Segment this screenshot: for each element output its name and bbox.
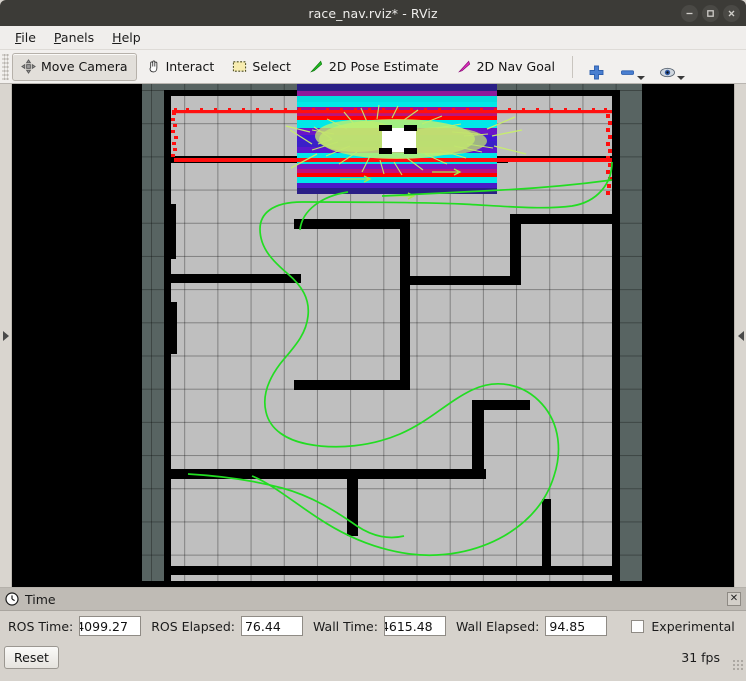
time-fields-row: ROS Time: 4099.27 ROS Elapsed: 76.44 Wal… xyxy=(0,611,746,641)
eye-icon xyxy=(659,64,676,81)
status-bar xyxy=(0,673,746,681)
ros-time-field[interactable]: 4099.27 xyxy=(79,616,142,636)
menu-panels-label: P xyxy=(53,30,61,45)
menu-panels-rest: anels xyxy=(60,30,95,45)
tool-move-camera[interactable]: Move Camera xyxy=(12,52,137,81)
experimental-label: Experimental xyxy=(651,618,735,634)
pose-arrow-green-icon xyxy=(309,59,324,74)
tool-move-camera-label: Move Camera xyxy=(41,59,128,74)
tool-2d-nav-goal[interactable]: 2D Nav Goal xyxy=(448,53,564,81)
time-panel-title: Time xyxy=(25,591,56,607)
time-panel: Time ✕ ROS Time: 4099.27 ROS Elapsed: 76… xyxy=(0,587,746,673)
tool-2d-pose-estimate-label: 2D Pose Estimate xyxy=(328,59,439,74)
ros-time-label: ROS Time: xyxy=(8,618,74,634)
ros-time-value: 4099.27 xyxy=(79,618,128,634)
tool-interact-label: Interact xyxy=(165,59,215,74)
wall-time-value: 4615.48 xyxy=(383,618,433,634)
menu-help-rest: elp xyxy=(121,30,141,45)
tool-2d-nav-goal-label: 2D Nav Goal xyxy=(476,59,555,74)
minimize-button[interactable] xyxy=(681,4,698,22)
maximize-button[interactable] xyxy=(702,4,719,22)
add-tool-button[interactable] xyxy=(581,53,612,81)
wall-elapsed-value: 94.85 xyxy=(549,618,586,634)
costmap-overlay xyxy=(297,84,497,194)
expand-right-panel-arrow-icon xyxy=(737,330,744,341)
ros-elapsed-field[interactable]: 76.44 xyxy=(240,616,303,636)
remove-tool-chevron-down-icon[interactable] xyxy=(637,75,645,80)
time-panel-footer: Reset 31 fps xyxy=(0,641,746,673)
tool-interact[interactable]: Interact xyxy=(137,53,224,81)
menu-file-rest: ile xyxy=(21,30,36,45)
window-title: race_nav.rviz* - RViz xyxy=(308,5,438,21)
occupancy-grid-map xyxy=(142,84,642,581)
wall-elapsed-field[interactable]: 94.85 xyxy=(545,616,608,636)
reset-button[interactable]: Reset xyxy=(4,645,59,669)
wall-time-field[interactable]: 4615.48 xyxy=(383,616,446,636)
ros-elapsed-value: 76.44 xyxy=(244,618,281,634)
menu-file[interactable]: File xyxy=(6,28,45,47)
time-panel-header: Time ✕ xyxy=(0,588,746,611)
experimental-checkbox-wrap[interactable]: Experimental xyxy=(631,618,735,634)
3d-viewport[interactable] xyxy=(12,84,734,587)
window-controls xyxy=(681,0,740,26)
right-panel-expand-handle[interactable] xyxy=(734,84,746,587)
toolbar-drag-grip[interactable] xyxy=(2,53,9,80)
window-resize-grip[interactable] xyxy=(732,659,744,671)
tool-2d-pose-estimate[interactable]: 2D Pose Estimate xyxy=(300,53,448,81)
nav-goal-arrow-magenta-icon xyxy=(457,59,472,74)
visibility-chevron-down-icon[interactable] xyxy=(677,75,685,80)
tool-select-label: Select xyxy=(252,59,291,74)
minus-icon xyxy=(619,64,636,81)
close-button[interactable] xyxy=(723,4,740,22)
remove-tool-button[interactable] xyxy=(612,53,652,81)
time-panel-close-icon[interactable]: ✕ xyxy=(727,592,741,606)
menu-panels[interactable]: Panels xyxy=(45,28,103,47)
experimental-checkbox[interactable] xyxy=(631,619,645,633)
render-area xyxy=(0,84,746,587)
plus-icon xyxy=(588,64,605,81)
expand-left-panel-arrow-icon xyxy=(2,330,9,341)
hand-pointer-icon xyxy=(146,59,161,74)
toolbar-separator xyxy=(572,55,573,78)
visibility-button[interactable] xyxy=(652,53,692,81)
clock-icon xyxy=(5,592,19,606)
wall-time-label: Wall Time: xyxy=(312,618,378,634)
tool-select[interactable]: Select xyxy=(223,53,300,81)
ros-elapsed-label: ROS Elapsed: xyxy=(151,618,235,634)
title-bar: race_nav.rviz* - RViz xyxy=(0,0,746,26)
move-camera-icon xyxy=(21,59,36,74)
tool-bar: Move Camera Interact Select 2D Pose Esti… xyxy=(0,50,746,84)
menu-bar: File Panels Help xyxy=(0,26,746,50)
wall-elapsed-label: Wall Elapsed: xyxy=(455,618,540,634)
left-panel-expand-handle[interactable] xyxy=(0,84,12,587)
menu-help[interactable]: Help xyxy=(103,28,150,47)
menu-help-label: H xyxy=(112,30,122,45)
rviz-window: race_nav.rviz* - RViz File Panels Help M… xyxy=(0,0,746,681)
fps-counter: 31 fps xyxy=(681,649,720,665)
selection-marquee-icon xyxy=(232,59,247,74)
